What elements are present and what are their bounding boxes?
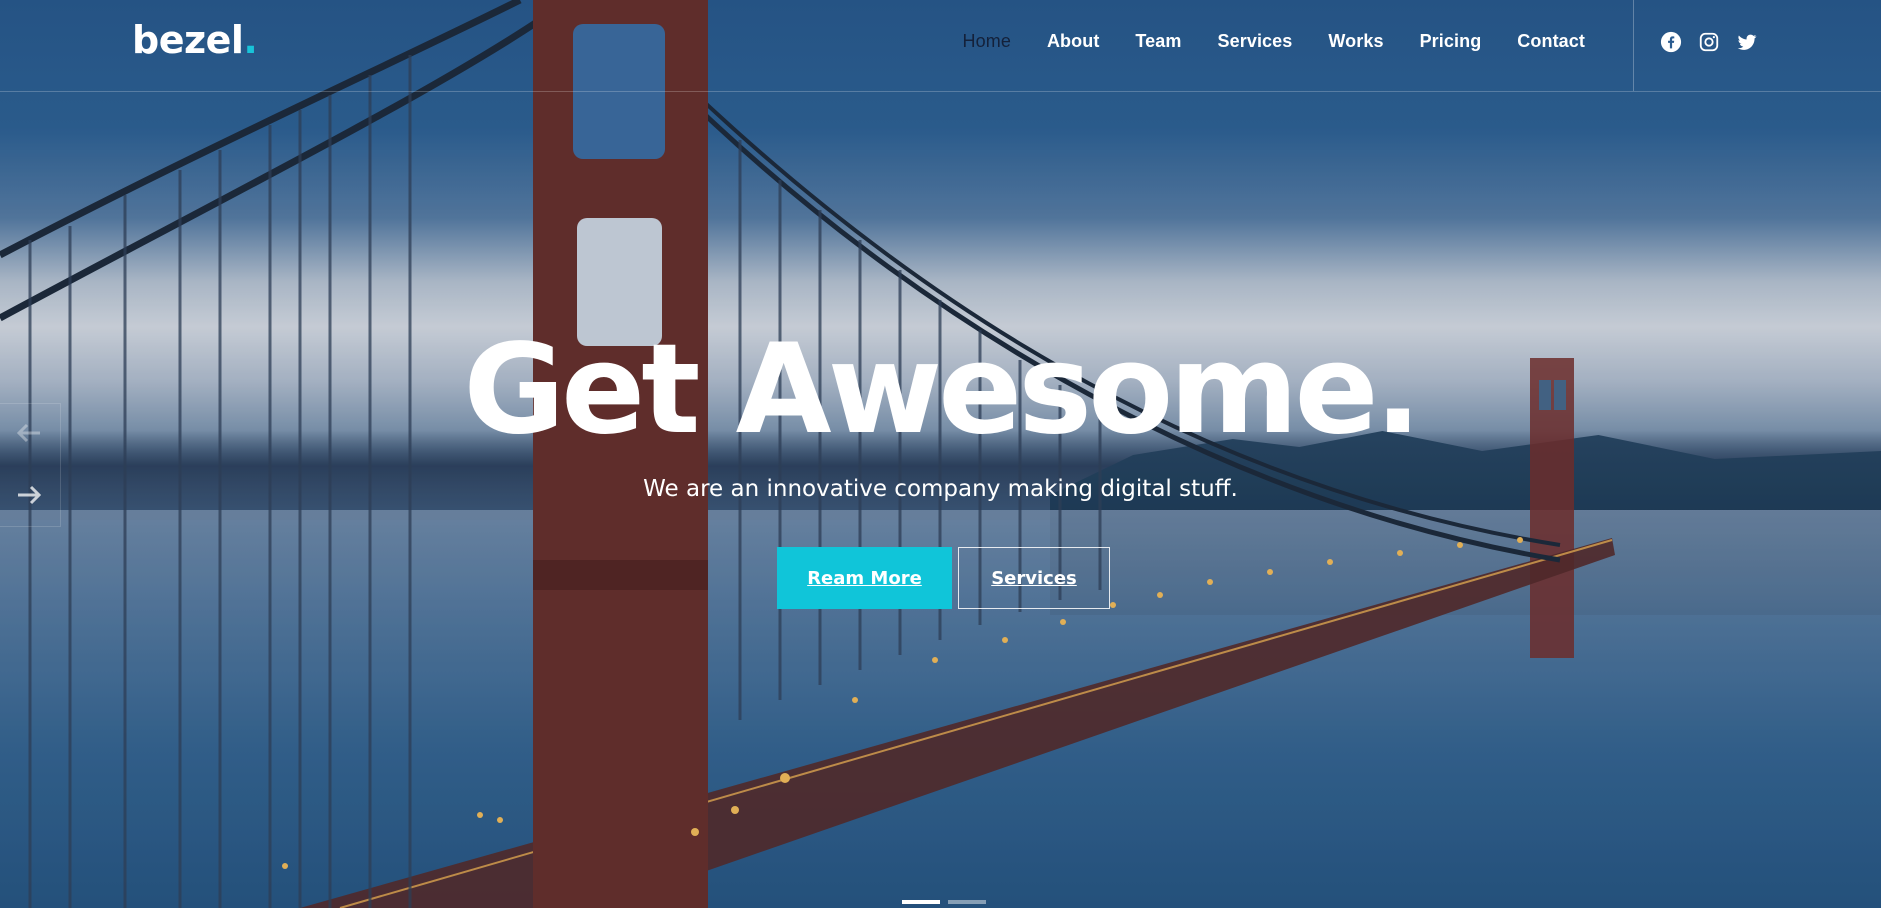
brand-logo[interactable]: bezel. bbox=[132, 18, 258, 62]
top-navbar: bezel. Home About Team Services Works Pr… bbox=[0, 0, 1881, 92]
social-links bbox=[1660, 31, 1758, 53]
nav-team[interactable]: Team bbox=[1117, 31, 1199, 52]
twitter-icon[interactable] bbox=[1736, 31, 1758, 53]
hero-subline: We are an innovative company making digi… bbox=[643, 476, 1238, 502]
nav-home[interactable]: Home bbox=[945, 31, 1029, 52]
hero-headline: Get Awesome. bbox=[463, 318, 1421, 462]
services-button[interactable]: Services bbox=[958, 547, 1110, 609]
brand-name: bezel bbox=[132, 18, 244, 62]
brand-dot: . bbox=[243, 18, 258, 62]
instagram-icon[interactable] bbox=[1698, 31, 1720, 53]
nav-works[interactable]: Works bbox=[1310, 31, 1401, 52]
main-menu: Home About Team Services Works Pricing C… bbox=[945, 31, 1603, 52]
nav-divider bbox=[1633, 0, 1634, 91]
slide-indicator-2[interactable] bbox=[948, 900, 986, 904]
nav-about[interactable]: About bbox=[1029, 31, 1117, 52]
nav-pricing[interactable]: Pricing bbox=[1402, 31, 1500, 52]
facebook-icon[interactable] bbox=[1660, 31, 1682, 53]
nav-services[interactable]: Services bbox=[1200, 31, 1311, 52]
nav-contact[interactable]: Contact bbox=[1499, 31, 1603, 52]
read-more-button[interactable]: Ream More bbox=[777, 547, 952, 609]
slide-indicator-1[interactable] bbox=[902, 900, 940, 904]
slider-pagination bbox=[902, 900, 986, 904]
